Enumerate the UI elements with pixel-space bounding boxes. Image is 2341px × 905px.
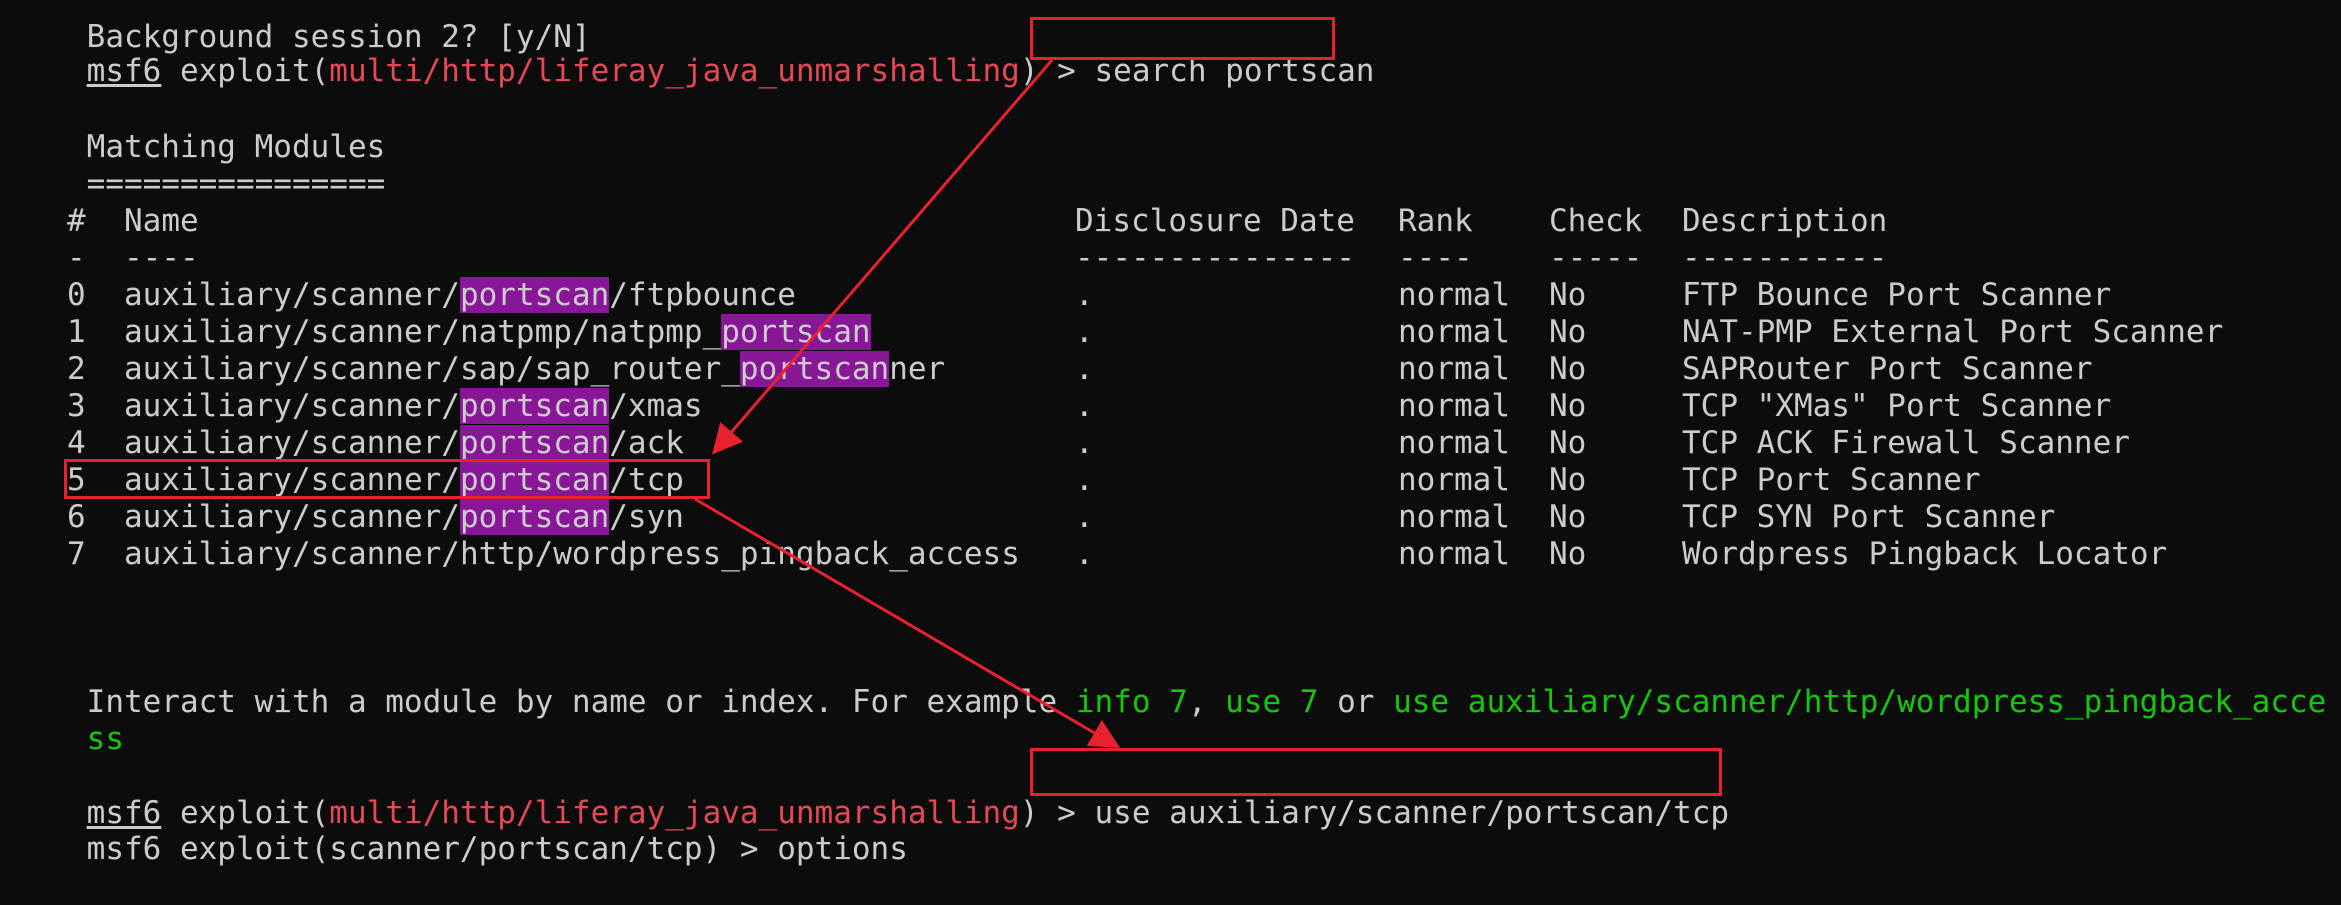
interact-hint-line: Interact with a module by name or index.…	[86, 684, 2327, 720]
search-match-highlight: portscan	[459, 499, 610, 535]
module-name: auxiliary/scanner/portscan/ftpbounce	[124, 277, 796, 313]
hint-use-index-command: use 7	[1225, 684, 1319, 720]
arrow-search-to-module	[712, 59, 1054, 455]
module-name: auxiliary/scanner/portscan/syn	[124, 499, 684, 535]
search-match-highlight: portscan	[721, 314, 871, 350]
table-row: 4 auxiliary/scanner/portscan/ack . norma…	[67, 425, 2130, 461]
table-row: 1 auxiliary/scanner/natpmp/natpmp_portsc…	[67, 314, 2224, 350]
module-name: auxiliary/scanner/portscan/xmas	[124, 388, 703, 424]
annotation-box-use-command	[1030, 748, 1722, 796]
annotation-box-search-command	[1030, 17, 1335, 60]
table-header: # Name Disclosure Date Rank Check Descri…	[12, 203, 1887, 240]
table-row: 7 auxiliary/scanner/http/wordpress_pingb…	[67, 536, 2168, 572]
table-row: 6 auxiliary/scanner/portscan/syn . norma…	[67, 499, 2056, 535]
table-row: 0 auxiliary/scanner/portscan/ftpbounce .…	[67, 277, 2112, 313]
table-header-underline: - ---- --------------- ---- ----- ------…	[67, 240, 1888, 276]
terminal-window[interactable]: Background session 2? [y/N] msf6 exploit…	[0, 0, 2341, 867]
module-name: auxiliary/scanner/portscan/ack	[124, 425, 684, 461]
search-match-highlight: portscan	[739, 351, 890, 387]
header-description: Description	[1682, 203, 1888, 239]
matching-modules-title: Matching Modules	[86, 129, 386, 165]
interact-hint-wrap: ss	[86, 721, 124, 757]
header-rank: Rank	[1398, 203, 1473, 239]
search-match-highlight: portscan	[459, 425, 610, 461]
table-row: 3 auxiliary/scanner/portscan/xmas . norm…	[67, 388, 2112, 424]
header-disclosure-date: Disclosure Date	[1075, 203, 1355, 239]
prompt-prefix: msf6	[86, 53, 162, 89]
search-match-highlight: portscan	[459, 277, 610, 313]
header-check: Check	[1549, 203, 1643, 239]
next-prompt-line: msf6 exploit(scanner/portscan/tcp) > opt…	[86, 831, 908, 867]
search-match-highlight: portscan	[459, 388, 610, 424]
current-module: multi/http/liferay_java_unmarshalling	[329, 53, 1020, 89]
header-index: #	[67, 203, 86, 239]
module-name: auxiliary/scanner/natpmp/natpmp_portscan	[124, 314, 871, 350]
matching-modules-rule: ================	[86, 166, 386, 202]
table-row: 2 auxiliary/scanner/sap/sap_router_ports…	[67, 351, 2093, 387]
hint-use-name-command: use auxiliary/scanner/http/wordpress_pin…	[1393, 684, 2327, 720]
module-name: auxiliary/scanner/http/wordpress_pingbac…	[124, 536, 1020, 572]
annotation-box-tcp-module	[64, 459, 710, 499]
hint-info-command: info 7	[1075, 684, 1188, 720]
header-name: Name	[124, 203, 199, 239]
module-name: auxiliary/scanner/sap/sap_router_portsca…	[124, 351, 946, 387]
use-command: use auxiliary/scanner/portscan/tcp	[1094, 795, 1730, 831]
